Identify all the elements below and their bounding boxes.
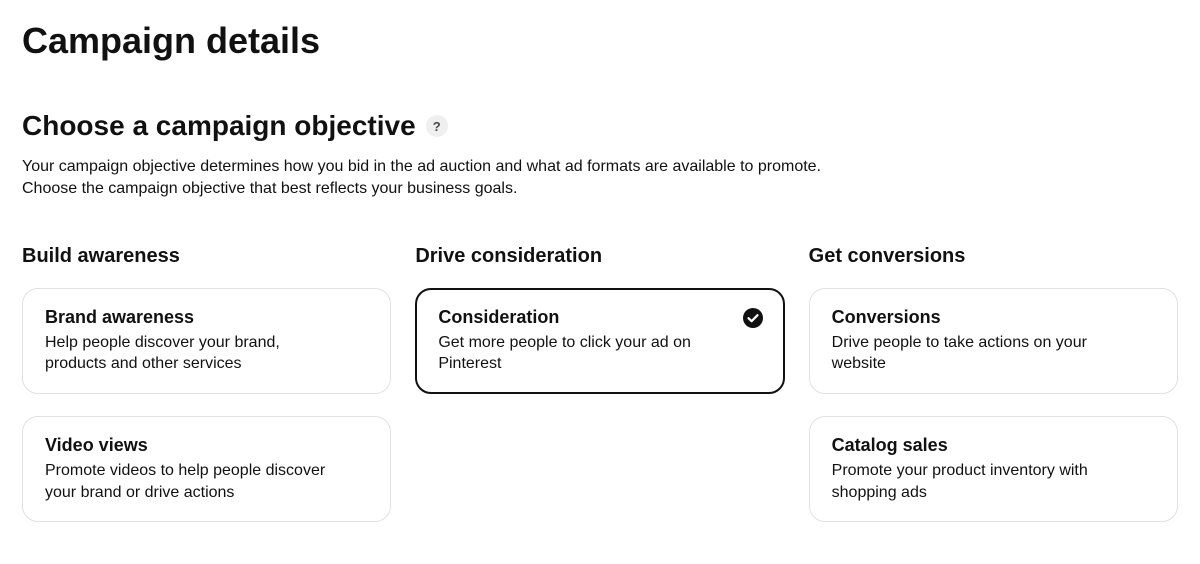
help-icon[interactable]: ?	[426, 115, 448, 137]
objective-card-video-views[interactable]: Video views Promote videos to help peopl…	[22, 416, 391, 522]
objective-columns: Build awareness Brand awareness Help peo…	[22, 245, 1178, 544]
column-consideration: Drive consideration Consideration Get mo…	[415, 245, 784, 544]
column-conversions: Get conversions Conversions Drive people…	[809, 245, 1178, 544]
check-circle-icon	[743, 308, 763, 328]
card-title: Brand awareness	[45, 307, 368, 328]
column-title-conversions: Get conversions	[809, 245, 1178, 268]
page-title: Campaign details	[22, 20, 1178, 62]
objective-card-consideration[interactable]: Consideration Get more people to click y…	[415, 288, 784, 394]
card-title: Consideration	[438, 307, 761, 328]
desc-line-1: Your campaign objective determines how y…	[22, 158, 821, 175]
column-title-awareness: Build awareness	[22, 245, 391, 268]
card-title: Conversions	[832, 307, 1155, 328]
card-desc: Get more people to click your ad on Pint…	[438, 332, 761, 375]
desc-line-2: Choose the campaign objective that best …	[22, 180, 517, 197]
card-desc: Help people discover your brand, product…	[45, 332, 368, 375]
objective-card-catalog-sales[interactable]: Catalog sales Promote your product inven…	[809, 416, 1178, 522]
objective-section-description: Your campaign objective determines how y…	[22, 156, 1178, 201]
card-title: Catalog sales	[832, 435, 1155, 456]
card-title: Video views	[45, 435, 368, 456]
card-desc: Promote your product inventory with shop…	[832, 460, 1155, 503]
card-desc: Drive people to take actions on your web…	[832, 332, 1155, 375]
objective-card-conversions[interactable]: Conversions Drive people to take actions…	[809, 288, 1178, 394]
card-desc: Promote videos to help people discover y…	[45, 460, 368, 503]
objective-section-title: Choose a campaign objective	[22, 110, 416, 142]
column-awareness: Build awareness Brand awareness Help peo…	[22, 245, 391, 544]
objective-section-header: Choose a campaign objective ?	[22, 110, 1178, 142]
column-title-consideration: Drive consideration	[415, 245, 784, 268]
objective-card-brand-awareness[interactable]: Brand awareness Help people discover you…	[22, 288, 391, 394]
